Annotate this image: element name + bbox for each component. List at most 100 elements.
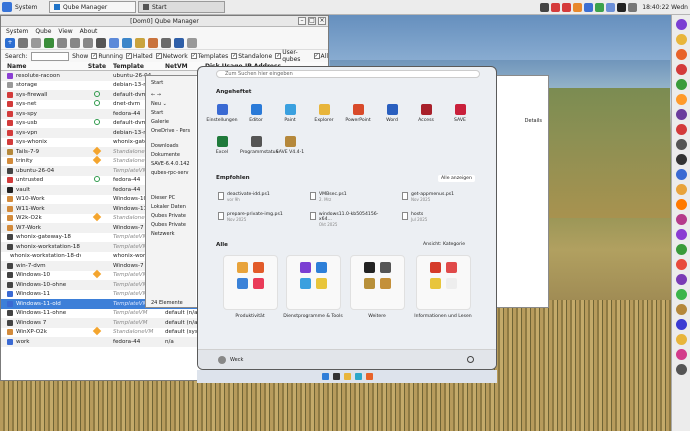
dock-app-icon[interactable] [675,214,687,225]
tray-blue-icon[interactable] [584,3,594,12]
dock-app-icon[interactable] [675,154,687,165]
checkbox[interactable]: ✓ [313,53,320,59]
recommended-item[interactable]: hosts Jul 2025 [402,212,482,222]
dock-app-icon[interactable] [675,199,687,210]
nav-start[interactable]: Start [146,108,196,117]
dock-app-icon[interactable] [675,364,687,375]
tray-orange-icon[interactable] [573,3,583,12]
nav-save[interactable]: SAVE-6.4.0.142 [146,159,196,168]
dock-app-icon[interactable] [675,244,687,255]
system-menu[interactable]: System [15,4,47,11]
menu-qube[interactable]: Qube [35,28,51,35]
dock-app-icon[interactable] [675,34,687,45]
recommended-item[interactable]: get-appmenus.ps1 Nov 2025 [402,192,482,202]
minimize-button[interactable]: – [298,17,306,25]
explorer-icon[interactable] [343,373,351,380]
recommended-item[interactable]: prepare-private-img.ps1 Nov 2025 [218,212,298,222]
checkbox[interactable]: ✓ [91,53,98,59]
dock-app-icon[interactable] [675,19,687,30]
tray-green-icon[interactable] [595,3,605,12]
view-selector[interactable]: Ansicht: Kategorie [423,242,465,247]
filter-all[interactable]: ✓ All [313,53,328,60]
terminal-icon[interactable] [96,37,106,48]
dock-app-icon[interactable] [675,139,687,150]
search-input[interactable] [30,51,70,61]
nav-dokumente[interactable]: Dokumente [146,150,196,159]
start-icon[interactable] [44,37,54,48]
pinned-app[interactable]: SAVE V4.4-1 [274,136,306,155]
filter-user-qubes[interactable]: ✓ User-qubes [275,49,310,63]
dock-app-icon[interactable] [675,334,687,345]
qubes-logo-icon[interactable] [2,2,12,12]
category-other[interactable] [350,255,405,310]
filter-templates[interactable]: ✓ Templates [190,53,228,60]
checkbox[interactable]: ✓ [155,53,162,59]
close-button[interactable]: × [318,17,326,25]
dock-app-icon[interactable] [675,169,687,180]
dock-app-icon[interactable] [675,259,687,270]
start-search-input[interactable]: Zum Suchen hier eingeben [216,70,480,78]
power-icon[interactable] [467,356,474,363]
clock[interactable]: 18:40:22 Wedn [642,4,688,11]
pause-icon[interactable] [57,37,67,48]
col-template[interactable]: Template [113,63,165,70]
pinned-app[interactable]: Excel [206,136,238,155]
tray-red-icon[interactable] [562,3,572,12]
delete-qube-icon[interactable] [18,37,28,48]
pinned-app[interactable]: Programmstatus [240,136,278,155]
restore-icon[interactable] [148,37,158,48]
update-icon[interactable] [122,37,132,48]
tray-red-icon[interactable] [551,3,561,12]
nav-downloads[interactable]: Downloads [146,141,196,150]
recommended-item[interactable]: VMBsec.ps1 2. Mrz [310,192,390,202]
category-information[interactable] [416,255,471,310]
nav-network[interactable]: Netzwerk [146,229,196,238]
pinned-app[interactable]: Editor [240,104,272,123]
nav-galerie[interactable]: Galerie [146,117,196,126]
menu-system[interactable]: System [6,28,28,35]
checkbox[interactable]: ✓ [275,53,282,59]
task-qube-manager[interactable]: Qube Manager [49,1,136,13]
apps-icon[interactable] [109,37,119,48]
pinned-app[interactable]: PowerPoint [342,104,374,123]
menu-view[interactable]: View [58,28,72,35]
dock-app-icon[interactable] [675,304,687,315]
category-productivity[interactable] [223,255,278,310]
clone-icon[interactable] [161,37,171,48]
dock-app-icon[interactable] [675,79,687,90]
show-all-button[interactable]: Alle anzeigen [438,175,475,182]
pinned-app[interactable]: Paint [274,104,306,123]
recommended-item[interactable]: windows11.0-kb5054156-x64... Okt 2025 [310,212,390,227]
nav-qubes-rpc[interactable]: qubes-rpc-serv [146,168,196,177]
dock-app-icon[interactable] [675,124,687,135]
filter-network[interactable]: ✓ Network [155,53,188,60]
col-state[interactable]: State [81,63,113,70]
stop-icon[interactable] [70,37,80,48]
dock-app-icon[interactable] [675,109,687,120]
category-tools[interactable] [286,255,341,310]
volume-icon[interactable] [628,3,638,12]
pinned-app[interactable]: Explorer [308,104,340,123]
maximize-button[interactable]: □ [308,17,316,25]
menu-about[interactable]: About [80,28,98,35]
user-name[interactable]: Weck [230,357,243,363]
create-qube-icon[interactable]: + [5,37,15,48]
dock-app-icon[interactable] [675,94,687,105]
details-button[interactable]: Details [525,118,542,124]
checkbox[interactable]: ✓ [125,53,132,59]
dock-app-icon[interactable] [675,49,687,60]
col-name[interactable]: Name [7,63,81,70]
firefox-icon[interactable] [365,373,373,380]
user-avatar[interactable] [218,356,226,364]
dock-app-icon[interactable] [675,289,687,300]
task-view-icon[interactable] [332,373,340,380]
nav-local-disk[interactable]: Lokaler Daten [146,202,196,211]
help-icon[interactable] [187,37,197,48]
dock-app-icon[interactable] [675,319,687,330]
window-titlebar[interactable]: [Dom0] Qube Manager – □ × [1,16,328,27]
kill-icon[interactable] [83,37,93,48]
dock-app-icon[interactable] [675,184,687,195]
recommended-item[interactable]: deactivate-idd.ps1 vor 9h [218,192,298,202]
nav-qubes-private-2[interactable]: Qubes Private [146,220,196,229]
tray-black-icon[interactable] [617,3,627,12]
